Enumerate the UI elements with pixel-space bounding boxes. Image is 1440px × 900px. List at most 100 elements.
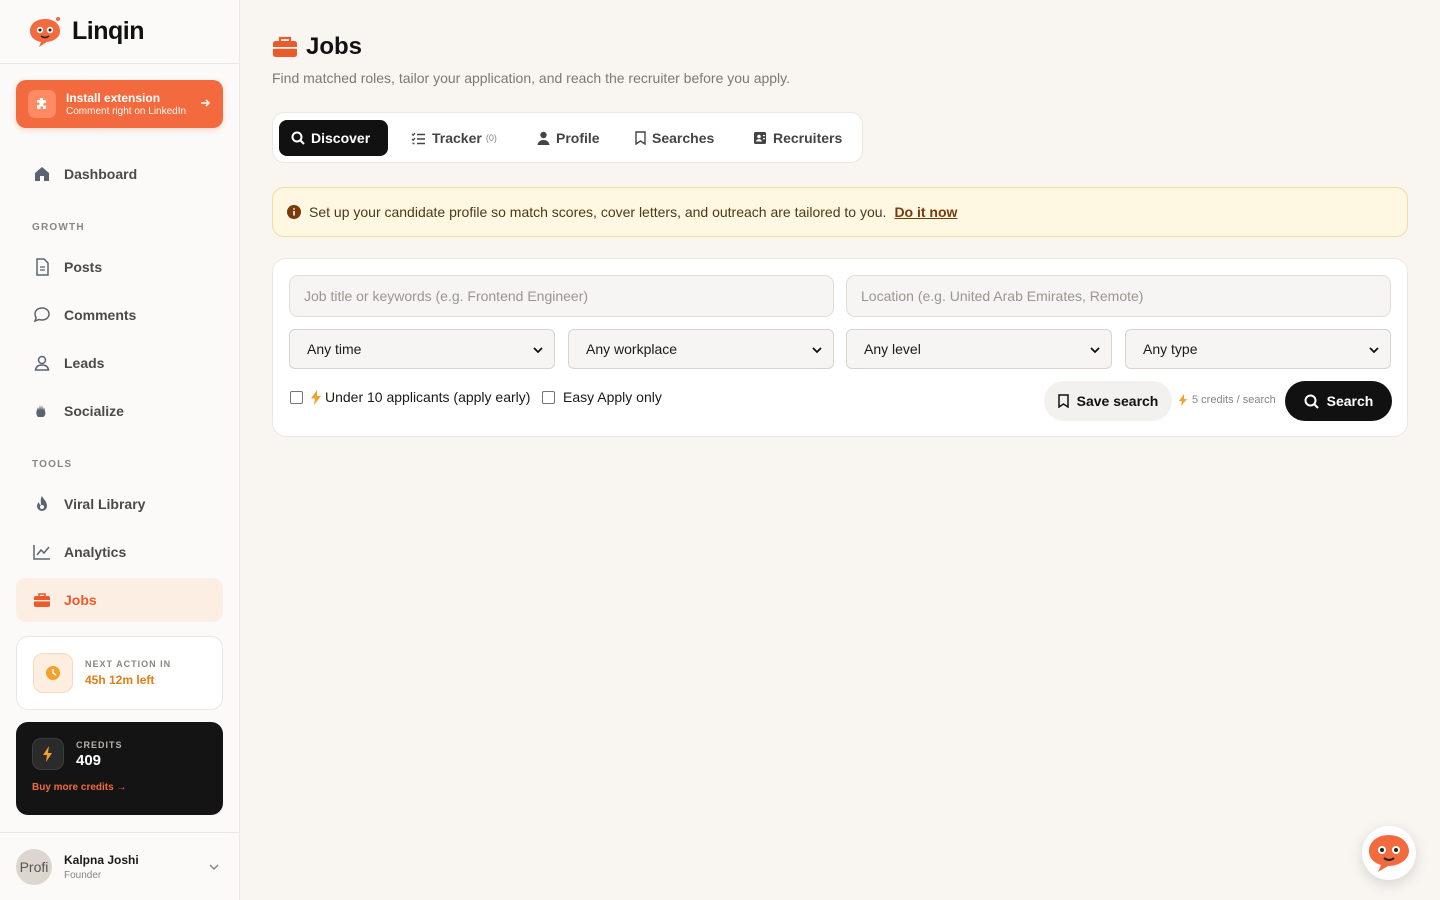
- workplace-select[interactable]: Any workplace: [568, 329, 834, 369]
- section-label-growth: GROWTH: [32, 222, 85, 233]
- search-button[interactable]: Search: [1285, 381, 1392, 421]
- bolt-icon: [1179, 394, 1187, 406]
- tab-recruiters[interactable]: Recruiters: [741, 120, 854, 156]
- tab-label: Profile: [556, 130, 600, 146]
- bookmark-icon: [635, 131, 646, 145]
- puzzle-icon: [28, 90, 56, 118]
- search-icon: [291, 131, 305, 145]
- chevron-down-icon: [1369, 347, 1379, 354]
- user-role: Founder: [64, 869, 102, 881]
- clock-icon: [33, 653, 73, 693]
- level-select-value: Any level: [864, 341, 921, 357]
- type-select[interactable]: Any type: [1125, 329, 1391, 369]
- keywords-input[interactable]: [289, 275, 834, 317]
- credits-value: 409: [76, 751, 102, 769]
- sidebar: Linqin Install extension Comment right o…: [0, 0, 240, 900]
- chevron-down-icon: [1090, 347, 1100, 354]
- tab-label: Searches: [652, 130, 715, 146]
- sidebar-item-posts[interactable]: Posts: [16, 245, 223, 289]
- search-label: Search: [1326, 393, 1374, 409]
- logo-icon: [30, 16, 60, 47]
- save-search-label: Save search: [1076, 393, 1159, 409]
- sidebar-item-label: Dashboard: [64, 166, 138, 182]
- user-menu[interactable]: Profi Kalpna Joshi Founder: [0, 832, 240, 900]
- save-search-button[interactable]: Save search: [1044, 381, 1172, 421]
- bookmark-icon: [1057, 394, 1069, 408]
- chevron-down-icon: [209, 864, 219, 871]
- chat-assistant-button[interactable]: [1362, 826, 1416, 880]
- sidebar-item-leads[interactable]: Leads: [16, 341, 223, 385]
- banner-text: Set up your candidate profile so match s…: [309, 204, 887, 220]
- sidebar-item-viral-library[interactable]: Viral Library: [16, 482, 223, 526]
- checkbox[interactable]: [290, 390, 303, 404]
- search-icon: [1304, 394, 1319, 409]
- search-cost: 5 credits / search: [1179, 394, 1276, 406]
- sidebar-item-label: Analytics: [64, 544, 127, 560]
- sidebar-item-comments[interactable]: Comments: [16, 293, 223, 337]
- time-select-value: Any time: [307, 341, 362, 357]
- next-action-value: 45h 12m left: [85, 673, 155, 687]
- avatar: Profi: [16, 848, 52, 885]
- waving-hand-icon: [32, 401, 52, 421]
- sidebar-item-analytics[interactable]: Analytics: [16, 530, 223, 574]
- profile-setup-banner: Set up your candidate profile so match s…: [272, 187, 1408, 237]
- location-input[interactable]: [846, 275, 1391, 317]
- buy-credits-link[interactable]: Buy more credits →: [32, 782, 207, 793]
- tab-label: Recruiters: [773, 130, 843, 146]
- chevron-down-icon: [533, 347, 543, 354]
- info-icon: [287, 205, 301, 219]
- sidebar-item-label: Leads: [64, 355, 105, 371]
- under-10-applicants-checkbox[interactable]: Under 10 applicants (apply early): [290, 389, 530, 405]
- page-title: Jobs: [306, 33, 363, 60]
- tab-discover[interactable]: Discover: [279, 120, 388, 156]
- easy-apply-label: Easy Apply only: [563, 389, 662, 405]
- credits-card: CREDITS 409 Buy more credits →: [16, 722, 223, 815]
- home-icon: [32, 164, 52, 184]
- sidebar-item-label: Socialize: [64, 403, 124, 419]
- tab-tracker[interactable]: Tracker (0): [399, 120, 509, 156]
- sidebar-item-label: Posts: [64, 259, 103, 275]
- section-label-tools: TOOLS: [32, 459, 73, 470]
- credits-label: CREDITS: [76, 739, 123, 750]
- bolt-icon: [32, 738, 64, 770]
- fire-icon: [32, 494, 52, 514]
- install-subtitle: Comment right on LinkedIn: [66, 106, 187, 117]
- banner-link[interactable]: Do it now: [894, 204, 957, 220]
- workplace-select-value: Any workplace: [586, 341, 678, 357]
- install-extension-button[interactable]: Install extension Comment right on Linke…: [16, 80, 223, 128]
- user-icon: [537, 131, 550, 145]
- next-action-card: NEXT ACTION IN 45h 12m left: [16, 636, 223, 710]
- contact-card-icon: [753, 131, 767, 145]
- tab-label: Tracker: [432, 130, 482, 146]
- tab-label: Discover: [311, 130, 371, 146]
- sidebar-item-dashboard[interactable]: Dashboard: [16, 152, 223, 196]
- jobs-tabs: Discover Tracker (0) Profile Searches Re…: [272, 112, 863, 163]
- mascot-chat-icon: [1369, 835, 1409, 872]
- brand[interactable]: Linqin: [0, 0, 239, 64]
- under-10-label: Under 10 applicants (apply early): [325, 389, 531, 405]
- tab-searches[interactable]: Searches: [623, 120, 726, 156]
- chevron-down-icon: [812, 347, 822, 354]
- brand-name: Linqin: [72, 17, 144, 45]
- document-icon: [32, 257, 52, 277]
- next-action-label: NEXT ACTION IN: [85, 659, 172, 669]
- arrow-right-icon: [201, 99, 211, 107]
- checkbox[interactable]: [542, 390, 555, 404]
- checklist-icon: [411, 132, 426, 145]
- page-subtitle: Find matched roles, tailor your applicat…: [272, 70, 791, 86]
- search-cost-text: 5 credits / search: [1192, 394, 1276, 406]
- type-select-value: Any type: [1143, 341, 1198, 357]
- line-chart-icon: [32, 542, 52, 562]
- install-title: Install extension: [66, 91, 161, 105]
- sidebar-item-label: Jobs: [64, 592, 97, 608]
- time-select[interactable]: Any time: [289, 329, 555, 369]
- briefcase-icon: [273, 36, 297, 57]
- sidebar-item-jobs[interactable]: Jobs: [16, 578, 223, 622]
- sidebar-item-socialize[interactable]: Socialize: [16, 389, 223, 433]
- tab-profile[interactable]: Profile: [525, 120, 612, 156]
- level-select[interactable]: Any level: [846, 329, 1112, 369]
- easy-apply-checkbox[interactable]: Easy Apply only: [542, 389, 662, 405]
- user-icon: [32, 353, 52, 373]
- sidebar-item-label: Comments: [64, 307, 137, 323]
- chat-bubble-icon: [32, 305, 52, 325]
